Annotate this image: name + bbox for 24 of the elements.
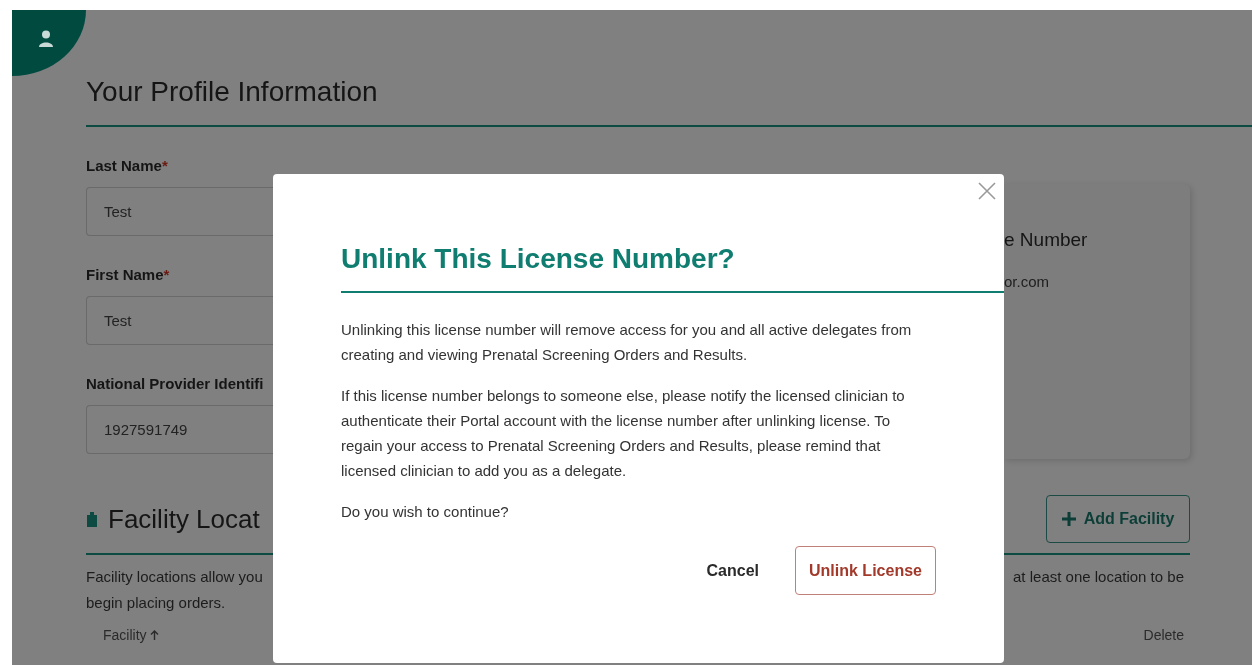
field-label: Last Name*: [86, 157, 169, 176]
dialog-title: Unlink This License Number?: [341, 242, 736, 276]
dialog-text: If this license number belongs to someone else, please notify the licensed clinician to authenticate their Portal account with the license number after unlinking license. To regain your access to Prenatal Screening Orders and Results, please remind that licensed clinician to add you as a delegate.: [341, 386, 906, 481]
cancel-button[interactable]: Cancel: [706, 561, 759, 580]
page-title: Your Profile Information: [86, 76, 379, 108]
column-header[interactable]: Facility: [103, 627, 159, 643]
description-text: begin placing orders.: [86, 593, 227, 613]
unlink-button[interactable]: Unlink License: [795, 546, 936, 595]
add-facility-button[interactable]: Add Facility: [1046, 495, 1190, 543]
field-label: National Provider Identifi: [86, 375, 265, 394]
card-text: or.com: [1004, 273, 1049, 290]
dialog-text: Do you wish to continue?: [341, 502, 510, 522]
section-title: Facility Locat: [108, 503, 260, 535]
building-icon: [86, 511, 98, 527]
plus-icon: [1061, 512, 1076, 526]
description-text: at least one location to be: [1013, 567, 1184, 587]
description-text: Facility locations allow you: [86, 567, 263, 587]
field-label: First Name*: [86, 266, 171, 285]
close-icon[interactable]: [976, 180, 998, 202]
card-title: e Number: [1004, 229, 1088, 251]
dialog-text: Unlinking this license number will remove access for you and all active delegates from creating and viewing Prenatal Screening Orders and Results.: [341, 320, 913, 365]
arrow-up-icon: [149, 630, 159, 640]
column-header[interactable]: Delete: [1143, 627, 1184, 643]
user-icon: [38, 30, 54, 48]
